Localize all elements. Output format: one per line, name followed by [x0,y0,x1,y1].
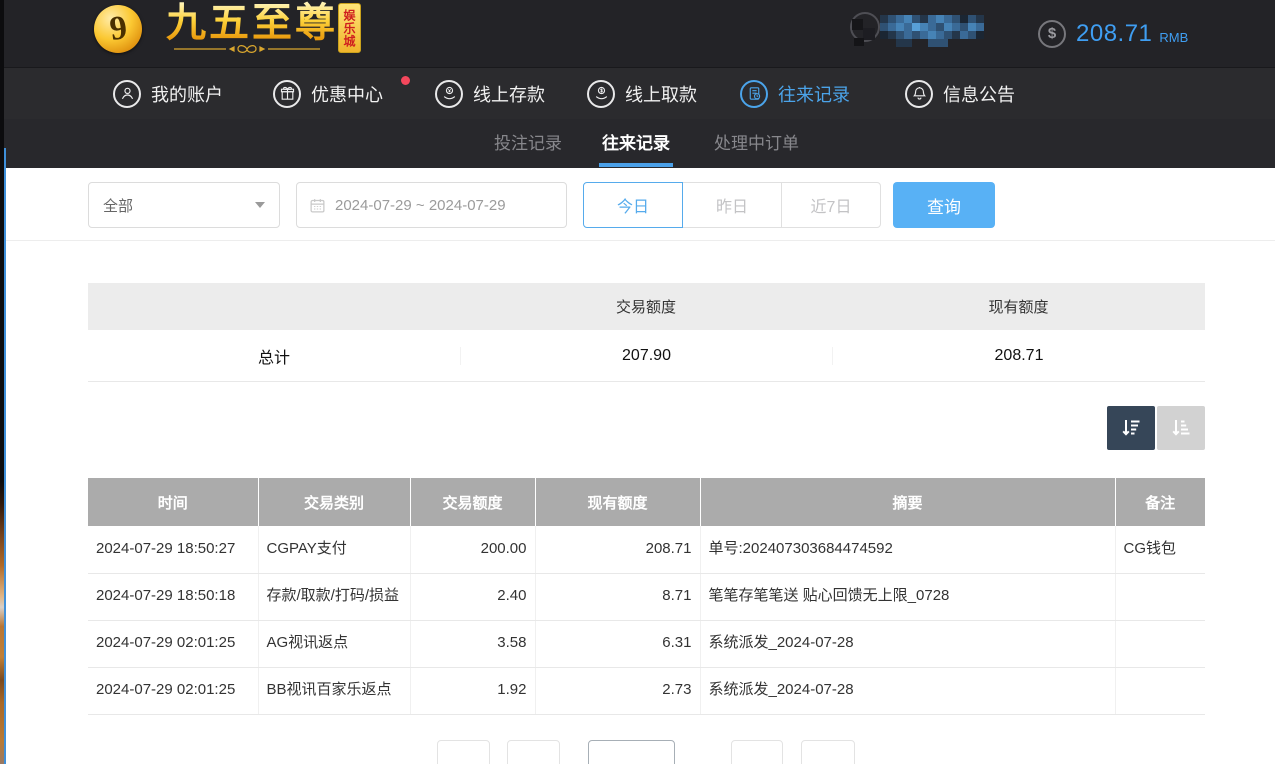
quick-yesterday-button[interactable]: 昨日 [682,182,782,228]
nav-item-promotions[interactable]: 优惠中心 [273,80,383,108]
search-button[interactable]: 查询 [893,182,995,228]
sort-descending-icon [1119,416,1143,440]
col-header-balance: 现有额度 [535,478,700,526]
summary-balance-total: 208.71 [832,347,1205,365]
pagination-current-page[interactable] [588,740,675,764]
pagination-last-button[interactable] [801,740,855,764]
cell-time: 2024-07-29 18:50:27 [88,526,258,573]
main-nav: 我的账户 优惠中心 线上存款 [0,67,1275,119]
withdraw-icon [587,80,615,108]
summary-header-balance: 现有额度 [832,296,1205,317]
nav-item-announcements[interactable]: 信息公告 [905,80,1015,108]
tab-bet-records[interactable]: 投注记录 [494,119,562,168]
cell-summary: 系统派发_2024-07-28 [700,667,1115,714]
record-tabs: 投注记录 往来记录 处理中订单 [0,119,1275,168]
user-info[interactable] [846,7,994,53]
summary-total-row: 总计 207.90 208.71 [88,330,1205,382]
type-select-value: 全部 [103,195,133,216]
cell-remark: CG钱包 [1115,526,1205,573]
nav-item-my-account[interactable]: 我的账户 [113,80,223,108]
balance-currency: RMB [1159,30,1188,45]
calendar-icon [309,197,326,214]
cell-amount: 3.58 [410,620,535,667]
col-header-time: 时间 [88,478,258,526]
cell-type: BB视讯百家乐返点 [258,667,410,714]
summary-table: 交易额度 现有额度 总计 207.90 208.71 [88,283,1205,382]
top-header: 9 九五至尊 娱乐城 [0,0,1275,67]
col-header-type: 交易类别 [258,478,410,526]
tab-transaction-records[interactable]: 往来记录 [602,119,670,168]
cell-amount: 1.92 [410,667,535,714]
transaction-records-page: 9 九五至尊 娱乐城 [0,0,1275,764]
summary-header-transaction: 交易额度 [460,296,832,317]
sort-ascending-icon [1169,416,1193,440]
type-select[interactable]: 全部 [88,182,280,228]
sort-descending-button[interactable] [1107,406,1155,450]
cell-balance: 8.71 [535,573,700,620]
cell-type: 存款/取款/打码/损益 [258,573,410,620]
gift-icon [273,80,301,108]
date-range-input[interactable]: 2024-07-29 ~ 2024-07-29 [296,182,567,228]
tab-processing-orders[interactable]: 处理中订单 [714,119,799,168]
cell-balance: 6.31 [535,620,700,667]
nav-item-withdraw[interactable]: 线上取款 [587,80,697,108]
quick-today-button[interactable]: 今日 [583,182,683,228]
bell-icon [905,80,933,108]
summary-total-label: 总计 [88,344,460,368]
balance: $ 208.71 RMB [1038,0,1188,67]
records-icon [740,80,768,108]
table-row: 2024-07-29 02:01:25 AG视讯返点 3.58 6.31 系统派… [88,620,1205,667]
section-divider [6,240,1275,241]
balance-amount: 208.71 [1076,20,1152,48]
username-redacted [846,7,994,53]
pagination-first-button[interactable] [437,740,490,764]
cell-remark [1115,620,1205,667]
sort-ascending-button[interactable] [1157,406,1205,450]
cell-summary: 笔笔存笔笔送 贴心回馈无上限_0728 [700,573,1115,620]
col-header-remark: 备注 [1115,478,1205,526]
notification-dot [401,76,410,85]
cell-remark [1115,667,1205,714]
table-row: 2024-07-29 18:50:18 存款/取款/打码/损益 2.40 8.7… [88,573,1205,620]
nav-item-transactions[interactable]: 往来记录 [740,80,850,108]
logo-flourish-icon [172,42,322,54]
left-rail-blue-line [4,148,6,764]
quick-range-group: 今日 昨日 近7日 [583,182,881,228]
pagination-prev-button[interactable] [507,740,560,764]
summary-header-row: 交易额度 现有额度 [88,283,1205,330]
cell-time: 2024-07-29 02:01:25 [88,620,258,667]
cell-time: 2024-07-29 02:01:25 [88,667,258,714]
deposit-icon [435,80,463,108]
caret-down-icon [255,202,265,208]
records-table: 时间 交易类别 交易额度 现有额度 摘要 备注 2024-07-29 18:50… [88,478,1205,715]
table-row: 2024-07-29 18:50:27 CGPAY支付 200.00 208.7… [88,526,1205,573]
logo-emblem-icon: 9 [94,5,142,53]
logo-badge: 娱乐城 [338,3,361,53]
col-header-summary: 摘要 [700,478,1115,526]
records-table-header: 时间 交易类别 交易额度 现有额度 摘要 备注 [88,478,1205,526]
col-header-amount: 交易额度 [410,478,535,526]
table-row: 2024-07-29 02:01:25 BB视讯百家乐返点 1.92 2.73 … [88,667,1205,714]
brand-name: 九五至尊 [166,1,338,45]
cell-balance: 2.73 [535,667,700,714]
cell-balance: 208.71 [535,526,700,573]
cell-amount: 200.00 [410,526,535,573]
pagination-next-button[interactable] [731,740,783,764]
cell-type: CGPAY支付 [258,526,410,573]
cell-time: 2024-07-29 18:50:18 [88,573,258,620]
user-icon [113,80,141,108]
cell-remark [1115,573,1205,620]
summary-transaction-total: 207.90 [460,347,832,365]
cell-summary: 单号:202407303684474592 [700,526,1115,573]
cell-amount: 2.40 [410,573,535,620]
dollar-coin-icon: $ [1038,20,1066,48]
cell-summary: 系统派发_2024-07-28 [700,620,1115,667]
sort-controls [1107,406,1205,450]
nav-item-deposit[interactable]: 线上存款 [435,80,545,108]
cell-type: AG视讯返点 [258,620,410,667]
quick-7days-button[interactable]: 近7日 [781,182,881,228]
date-range-value: 2024-07-29 ~ 2024-07-29 [335,197,506,214]
